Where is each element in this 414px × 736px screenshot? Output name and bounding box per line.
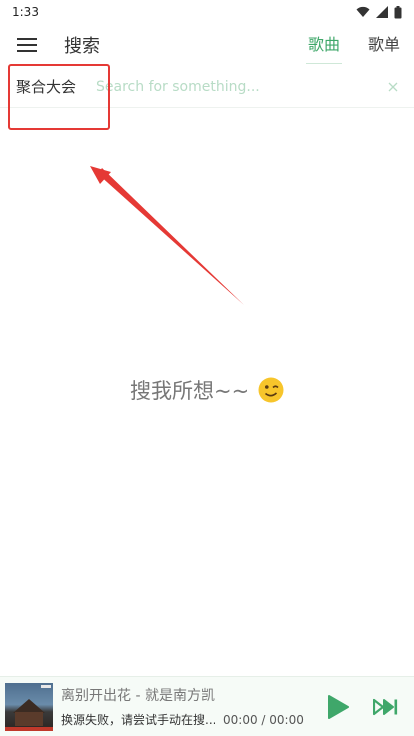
play-icon[interactable] [324,693,352,721]
track-info[interactable]: 离别开出花 - 就是南方凯 换源失败，请尝试手动在搜... 00:00 / 00… [61,685,311,728]
empty-state-text: 搜我所想~~ [130,379,250,403]
status-time: 1:33 [12,5,39,19]
track-title: 离别开出花 - 就是南方凯 [61,688,215,704]
source-selector[interactable]: 聚合大会 [16,76,76,97]
app-header: 搜索 歌曲 歌单 [0,24,414,66]
track-status-message: 换源失败，请尝试手动在搜... [61,713,215,727]
search-type-tabs: 歌曲 歌单 [294,24,414,66]
album-cover[interactable] [5,682,53,731]
battery-icon [394,5,402,19]
empty-state: 搜我所想~~ [0,375,414,408]
mini-player: 离别开出花 - 就是南方凯 换源失败，请尝试手动在搜... 00:00 / 00… [0,676,414,736]
track-time: 00:00 / 00:00 [223,712,304,727]
annotation-arrow-icon [90,166,244,305]
close-icon[interactable] [378,72,408,102]
hamburger-menu-icon[interactable] [12,30,42,60]
track-meta: 换源失败，请尝试手动在搜... 00:00 / 00:00 [61,711,311,728]
tab-songs[interactable]: 歌曲 [294,30,354,64]
skip-next-icon[interactable] [372,693,400,721]
status-bar: 1:33 [0,0,414,24]
status-icons [356,5,402,19]
wink-emoji-icon [258,377,284,408]
signal-icon [376,6,388,18]
wifi-icon [356,6,370,18]
player-controls [324,693,400,721]
page-title: 搜索 [64,36,100,57]
tab-playlists[interactable]: 歌单 [354,30,414,60]
search-bar: 聚合大会 [0,66,414,108]
search-input[interactable] [96,71,378,102]
